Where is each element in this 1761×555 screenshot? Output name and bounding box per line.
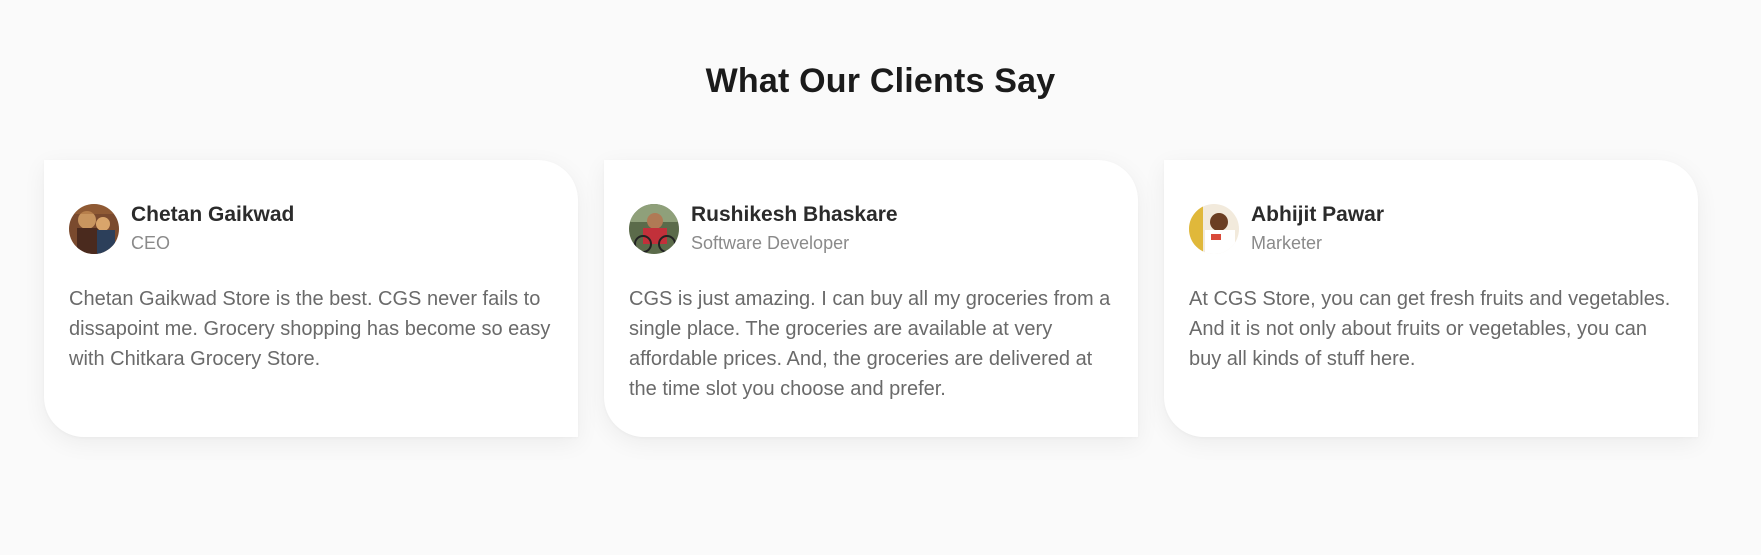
avatar: [1189, 204, 1239, 254]
person-name: Abhijit Pawar: [1251, 203, 1385, 226]
testimonials-section: What Our Clients Say Chetan Gaikwad CEO …: [0, 0, 1761, 555]
avatar: [69, 204, 119, 254]
person-photo-icon: [69, 204, 119, 254]
person-name: Rushikesh Bhaskare: [691, 203, 898, 226]
testimonial-card: Chetan Gaikwad CEO Chetan Gaikwad Store …: [44, 160, 578, 437]
avatar: [629, 204, 679, 254]
person-photo-icon: [629, 204, 679, 254]
section-title: What Our Clients Say: [705, 62, 1056, 100]
testimonial-header: Abhijit Pawar Marketer: [1189, 202, 1674, 256]
person-role: Software Developer: [691, 233, 850, 253]
testimonial-header: Rushikesh Bhaskare Software Developer: [629, 202, 1114, 256]
testimonial-header: Chetan Gaikwad CEO: [69, 202, 554, 256]
testimonial-card: Rushikesh Bhaskare Software Developer CG…: [604, 160, 1138, 437]
testimonial-text: CGS is just amazing. I can buy all my gr…: [629, 288, 1111, 400]
person-role: CEO: [131, 233, 171, 253]
testimonial-text: At CGS Store, you can get fresh fruits a…: [1189, 288, 1671, 370]
person-photo-icon: [1189, 204, 1239, 254]
testimonial-card: Abhijit Pawar Marketer At CGS Store, you…: [1164, 160, 1698, 437]
person-role: Marketer: [1251, 233, 1323, 253]
person-name: Chetan Gaikwad: [131, 203, 295, 226]
testimonial-text: Chetan Gaikwad Store is the best. CGS ne…: [69, 288, 551, 370]
testimonial-cards: Chetan Gaikwad CEO Chetan Gaikwad Store …: [44, 160, 1700, 437]
